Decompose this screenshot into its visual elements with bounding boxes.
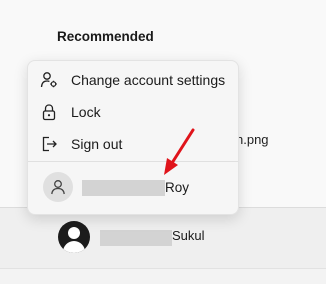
menu-separator: [28, 161, 238, 162]
person-gear-icon: [40, 71, 58, 89]
sign-out-item[interactable]: Sign out: [28, 130, 238, 158]
change-account-settings-label: Change account settings: [71, 72, 226, 88]
sign-out-icon: [40, 135, 58, 153]
user-avatar-icon: [58, 221, 90, 253]
lock-icon: [40, 103, 58, 121]
redacted-name: [100, 230, 172, 246]
account-menu: Change account settings Lock Sign out Ro…: [27, 60, 239, 215]
recommended-file-name[interactable]: n.png: [236, 132, 269, 147]
redacted-name: [82, 180, 165, 196]
annotation-arrow-icon: [164, 128, 195, 175]
lock-label: Lock: [71, 104, 101, 120]
current-user-name: Sukul: [172, 227, 205, 243]
current-user-button[interactable]: Sukul: [58, 221, 205, 253]
person-icon: [43, 172, 73, 202]
switch-account-item[interactable]: Roy: [28, 169, 238, 205]
sign-out-label: Sign out: [71, 136, 123, 152]
lock-item[interactable]: Lock: [28, 98, 238, 126]
bottom-edge: [0, 268, 326, 284]
other-account-name: Roy: [165, 180, 190, 195]
change-account-settings-item[interactable]: Change account settings: [28, 66, 238, 94]
recommended-heading: Recommended: [57, 29, 154, 44]
